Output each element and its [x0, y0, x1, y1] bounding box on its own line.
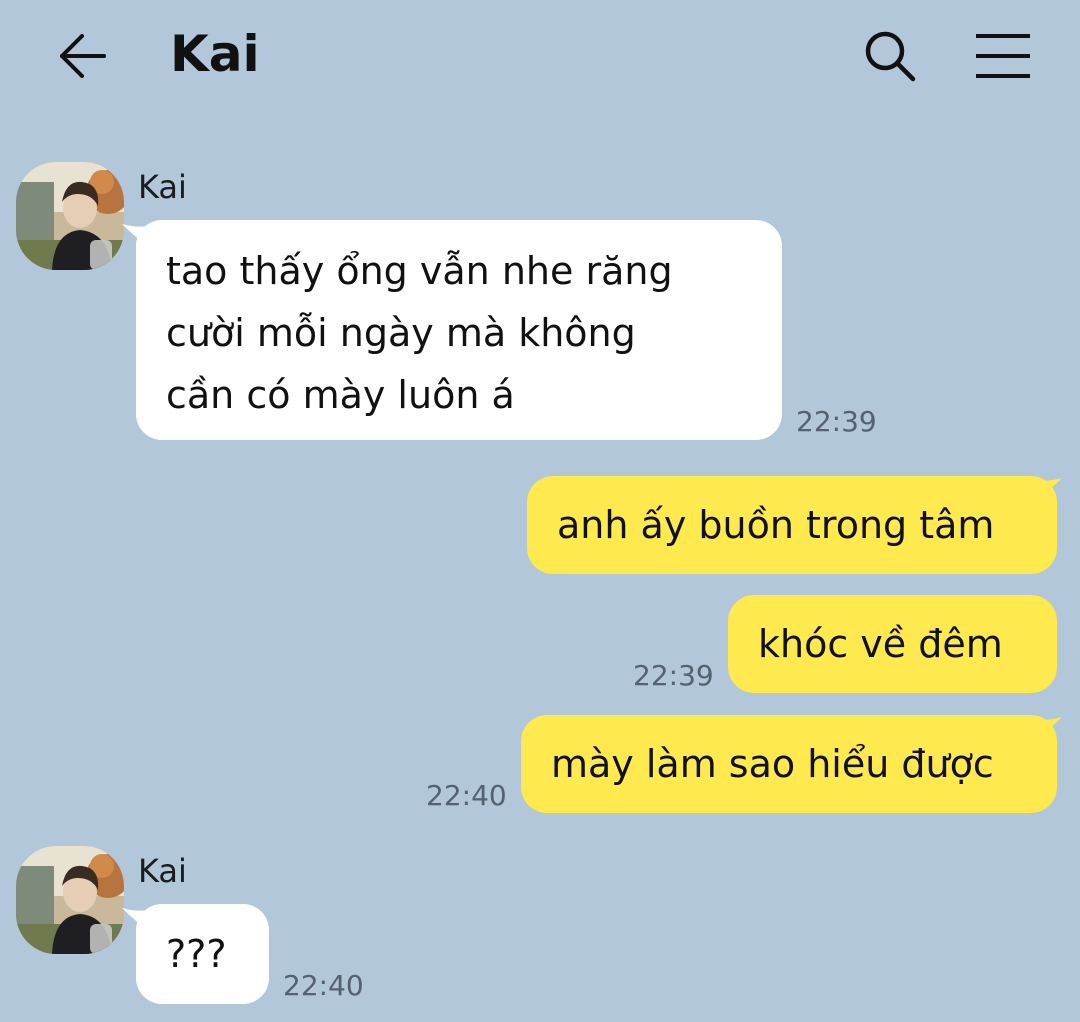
sender-name: Kai — [138, 168, 187, 206]
message-text: khóc về đêm — [758, 622, 1003, 666]
message-line: ??? — [166, 932, 227, 976]
message-bubble[interactable]: khóc về đêm — [728, 595, 1057, 693]
avatar[interactable] — [16, 846, 124, 954]
message-line: tao thấy ổng vẫn nhe răng — [166, 249, 673, 293]
arrow-left-icon — [60, 34, 106, 78]
bubble-tail — [1036, 717, 1062, 739]
message-text: anh ấy buồn trong tâm — [557, 503, 995, 547]
search-icon — [865, 31, 916, 82]
sender-name: Kai — [138, 852, 187, 890]
message-bubble[interactable]: tao thấy ổng vẫn nhe răng cười mỗi ngày … — [136, 220, 782, 440]
message-time: 22:39 — [633, 659, 714, 692]
message-bubble[interactable]: ??? — [136, 904, 269, 1004]
message-bubble[interactable]: mày làm sao hiểu được — [521, 715, 1057, 813]
chat-header: Kai — [0, 0, 1080, 110]
menu-button[interactable] — [968, 24, 1038, 88]
hamburger-menu-icon — [976, 34, 1030, 78]
message-line: cần có mày luôn á — [166, 373, 515, 417]
search-button[interactable] — [858, 24, 922, 88]
message-time: 22:39 — [796, 405, 877, 438]
message-time: 22:40 — [426, 779, 507, 812]
avatar-photo-icon — [16, 846, 124, 954]
message-bubble[interactable]: anh ấy buồn trong tâm — [527, 476, 1057, 574]
bubble-tail — [1036, 478, 1062, 500]
message-time: 22:40 — [283, 969, 364, 1002]
message-line: cười mỗi ngày mà không — [166, 311, 636, 355]
message-text: mày làm sao hiểu được — [551, 742, 994, 786]
avatar-photo-icon — [16, 162, 124, 270]
back-button[interactable] — [52, 26, 112, 86]
chat-title: Kai — [170, 25, 260, 83]
avatar[interactable] — [16, 162, 124, 270]
